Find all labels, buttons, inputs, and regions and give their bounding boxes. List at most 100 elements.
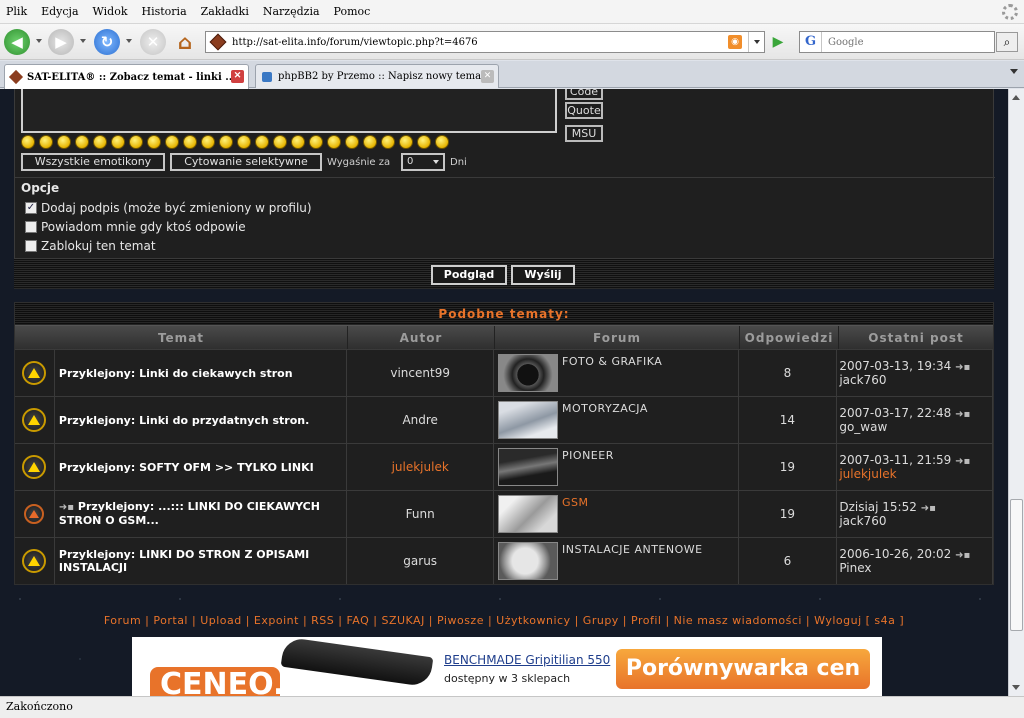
lock-checkbox[interactable] [25, 240, 37, 252]
search-box[interactable]: G [799, 31, 995, 53]
tab-phpbb2[interactable]: phpBB2 by Przemo :: Napisz nowy temat ✕ [255, 64, 499, 88]
back-dropdown-icon[interactable] [36, 39, 42, 43]
msu-button[interactable]: MSU [565, 125, 603, 142]
idea-emoticon-icon[interactable] [417, 135, 431, 149]
address-bar[interactable]: http://sat-elita.info/forum/viewtopic.ph… [205, 31, 765, 53]
last-post-arrow-icon[interactable]: ➜▪ [921, 503, 936, 514]
forum-link[interactable]: MOTORYZACJA [562, 402, 648, 415]
menu-plik[interactable]: Plik [6, 5, 27, 18]
address-url[interactable]: http://sat-elita.info/forum/viewtopic.ph… [232, 37, 728, 48]
send-button[interactable]: Wyślij [511, 265, 575, 285]
reload-icon[interactable]: ↻ [94, 29, 120, 55]
last-post-user[interactable]: jack760 [839, 373, 886, 387]
banner-product-title[interactable]: BENCHMADE Gripitilian 550 [444, 653, 610, 667]
home-icon[interactable]: ⌂ [172, 29, 198, 55]
twisted-emoticon-icon[interactable] [309, 135, 323, 149]
tongue-emoticon-icon[interactable] [93, 135, 107, 149]
price-compare-button[interactable]: Porównywarka cen [616, 649, 870, 689]
forum-link[interactable]: FOTO & GRAFIKA [562, 355, 662, 368]
expire-select[interactable]: 0 [401, 153, 445, 171]
author-link[interactable]: vincent99 [347, 350, 495, 396]
arrow-emoticon-icon[interactable] [435, 135, 449, 149]
laugh-emoticon-icon[interactable] [75, 135, 89, 149]
author-link[interactable]: garus [347, 538, 495, 584]
menu-narzedzia[interactable]: Narzędzia [263, 5, 320, 18]
notify-checkbox[interactable] [25, 221, 37, 233]
last-post-arrow-icon[interactable]: ➜▪ [955, 409, 970, 420]
url-history-dropdown-icon[interactable] [748, 32, 764, 52]
topic-link[interactable]: Linki do ciekawych stron [139, 367, 292, 380]
surprised-emoticon-icon[interactable] [111, 135, 125, 149]
lol-emoticon-icon[interactable] [363, 135, 377, 149]
razz-emoticon-icon[interactable] [219, 135, 233, 149]
phone-forum-image[interactable] [498, 495, 559, 533]
confused-emoticon-icon[interactable] [201, 135, 215, 149]
last-post-user[interactable]: go_waw [839, 420, 887, 434]
happy-emoticon-icon[interactable] [147, 135, 161, 149]
forward-dropdown-icon[interactable] [80, 39, 86, 43]
tab-sat-elita[interactable]: SAT-ELITA® :: Zobacz temat - linki ... ✕ [4, 64, 249, 89]
last-post-arrow-icon[interactable]: ➜▪ [955, 362, 970, 373]
menu-historia[interactable]: Historia [142, 5, 187, 18]
exclaim-emoticon-icon[interactable] [381, 135, 395, 149]
grin-emoticon-icon[interactable] [57, 135, 71, 149]
code-button[interactable]: Code [565, 89, 603, 100]
ad-banner[interactable]: CENEO.pl BENCHMADE Gripitilian 550 dostę… [132, 637, 882, 696]
topic-link[interactable]: SOFTY OFM >> TYLKO LINKI [139, 461, 314, 474]
option-signature[interactable]: ✓ Dodaj podpis (może być zmieniony w prof… [25, 201, 312, 215]
close-tab-icon[interactable]: ✕ [231, 70, 244, 83]
menu-pomoc[interactable]: Pomoc [334, 5, 371, 18]
smile-emoticon-icon[interactable] [21, 135, 35, 149]
rss-feed-icon[interactable]: ◉ [728, 35, 742, 49]
wink-emoticon-icon[interactable] [39, 135, 53, 149]
question-emoticon-icon[interactable] [399, 135, 413, 149]
quote-button[interactable]: Quote [565, 102, 603, 119]
message-textarea[interactable] [21, 89, 557, 133]
stop-icon[interactable]: ✕ [140, 29, 166, 55]
preview-button[interactable]: Podgląd [431, 265, 507, 285]
camera-forum-image[interactable] [498, 354, 559, 392]
author-link[interactable]: Funn [347, 491, 495, 537]
signature-checkbox[interactable]: ✓ [25, 202, 37, 214]
forum-link[interactable]: PIONEER [562, 449, 614, 462]
all-emoticons-button[interactable]: Wszystkie emotikony [21, 153, 165, 171]
menu-edycja[interactable]: Edycja [41, 5, 78, 18]
evil-emoticon-icon[interactable] [237, 135, 251, 149]
last-post-arrow-icon[interactable]: ➜▪ [955, 550, 970, 561]
newest-post-icon[interactable]: ➜▪ [59, 502, 74, 513]
last-post-user[interactable]: jack760 [839, 514, 886, 528]
rolleyes-emoticon-icon[interactable] [255, 135, 269, 149]
menu-zakladki[interactable]: Zakładki [201, 5, 249, 18]
back-icon[interactable]: ◀ [4, 29, 30, 55]
scrollbar-thumb[interactable] [1010, 499, 1023, 631]
search-magnifier-icon[interactable]: ⌕ [996, 32, 1018, 52]
menu-widok[interactable]: Widok [93, 5, 128, 18]
option-lock[interactable]: Zablokuj ten temat [25, 239, 156, 253]
pioneer-forum-image[interactable] [498, 448, 559, 486]
last-post-user[interactable]: Pinex [839, 561, 871, 575]
car-forum-image[interactable] [498, 401, 559, 439]
close-tab-icon[interactable]: ✕ [481, 70, 494, 83]
neutral-emoticon-icon[interactable] [183, 135, 197, 149]
sad-emoticon-icon[interactable] [165, 135, 179, 149]
author-link[interactable]: julekjulek [347, 444, 495, 490]
shocked-emoticon-icon[interactable] [273, 135, 287, 149]
tab-list-icon[interactable] [1010, 69, 1018, 74]
selective-quote-button[interactable]: Cytowanie selektywne [170, 153, 322, 171]
forum-link[interactable]: GSM [562, 496, 589, 509]
scroll-up-icon[interactable] [1012, 95, 1020, 100]
search-input[interactable] [822, 36, 982, 48]
vertical-scrollbar[interactable] [1008, 89, 1024, 696]
cool-emoticon-icon[interactable] [129, 135, 143, 149]
mad-emoticon-icon[interactable] [291, 135, 305, 149]
forum-link[interactable]: INSTALACJE ANTENOWE [562, 543, 703, 556]
go-icon[interactable]: ▶ [769, 33, 787, 51]
scroll-down-icon[interactable] [1012, 685, 1020, 690]
footer-nav-links[interactable]: Forum | Portal | Upload | Expoint | RSS … [0, 614, 1008, 627]
eek-emoticon-icon[interactable] [345, 135, 359, 149]
reload-dropdown-icon[interactable] [126, 39, 132, 43]
topic-link[interactable]: Linki do przydatnych stron. [139, 414, 309, 427]
cry-emoticon-icon[interactable] [327, 135, 341, 149]
last-post-arrow-icon[interactable]: ➜▪ [955, 456, 970, 467]
antenna-forum-image[interactable] [498, 542, 559, 580]
